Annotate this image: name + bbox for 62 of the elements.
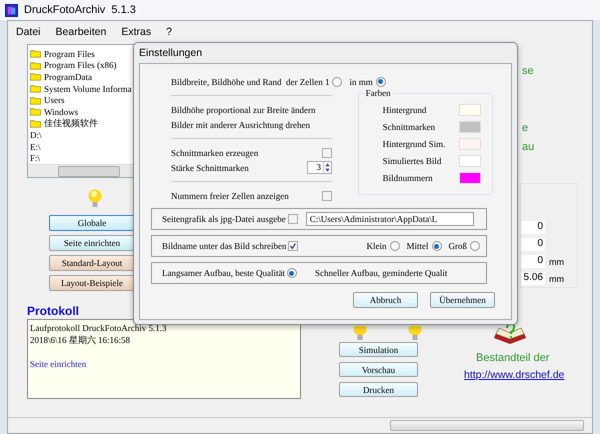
option-label: Bildhöhe proportional zur Breite ändern: [171, 104, 316, 114]
menu-item[interactable]: ?: [166, 26, 172, 38]
side-button[interactable]: Globale: [49, 215, 135, 231]
option-label: Nummern freier Zellen anzeigen: [171, 190, 289, 200]
option-label: Langsamer Aufbau, beste Qualität: [162, 268, 285, 278]
menu-item[interactable]: Bearbeiten: [56, 26, 106, 38]
website-link[interactable]: http://www.drschef.de: [464, 369, 564, 381]
color-label: Simuliertes Bild: [382, 156, 442, 166]
number-field[interactable]: 0: [521, 221, 545, 234]
log-line: 2018\6\16 星期六 16:16:58: [30, 334, 132, 346]
window-title: DruckFotoArchiv 5.1.3: [24, 4, 136, 16]
caption-text: Bestandteil der: [476, 352, 550, 364]
option-label: Stärke Schnittmarken: [171, 162, 249, 172]
tree-item[interactable]: E:\: [30, 142, 40, 152]
tree-item[interactable]: ProgramData: [44, 72, 92, 82]
group-title: Farben: [364, 88, 392, 98]
side-button[interactable]: Standard-Layout: [49, 255, 135, 271]
log-line: Seite einrichten: [30, 358, 88, 370]
number-field[interactable]: 0: [521, 238, 545, 251]
option-label: Seitengrafik als jpg-Datei ausgebe: [162, 214, 286, 224]
unit-label: mm: [549, 256, 564, 266]
tree-item[interactable]: System Volume Informa: [44, 84, 132, 94]
tree-item[interactable]: Users: [44, 95, 64, 106]
dialog-button[interactable]: Übernehmen: [430, 292, 495, 308]
tree-item[interactable]: Program Files (x86): [44, 60, 116, 70]
tree-item[interactable]: Windows: [44, 106, 78, 117]
color-label: Hintergrund Sim.: [382, 138, 446, 148]
option-label: Bilder mit anderer Ausrichtung drehen: [171, 120, 310, 130]
action-button[interactable]: Simulation: [339, 342, 418, 357]
menu-item[interactable]: Extras: [121, 26, 152, 38]
menu-item[interactable]: Datei: [16, 26, 41, 38]
option-label: in mm: [349, 76, 373, 86]
option-label: Klein: [366, 241, 386, 251]
option-label: Schnittmarken erzeugen: [171, 148, 258, 158]
unit-label: mm: [549, 274, 564, 284]
side-button[interactable]: Seite einrichten: [49, 235, 135, 251]
option-label: au: [522, 141, 534, 153]
tree-item[interactable]: 佳佳视频软件: [44, 116, 98, 130]
dialog-button[interactable]: Abbruch: [353, 292, 418, 308]
option-label: se: [522, 65, 534, 77]
spin-field[interactable]: 3: [307, 161, 332, 174]
option-label: Schneller Aufbau, geminderte Qualit: [314, 268, 448, 278]
side-button[interactable]: Layout-Beispiele: [49, 275, 135, 291]
tree-item[interactable]: F:\: [30, 153, 40, 164]
tree-item[interactable]: Program Files: [44, 48, 95, 59]
color-label: Schnittmarken: [382, 122, 436, 132]
number-field[interactable]: 5.06: [521, 272, 545, 285]
dialog-title: Einstellungen: [138, 46, 204, 61]
protocol-heading: Protokoll: [27, 304, 80, 318]
option-label: Mittel: [406, 241, 428, 251]
log-line: Laufprotokoll DruckFotoArchiv 5.1.3: [30, 322, 168, 334]
action-button[interactable]: Vorschau: [339, 362, 418, 377]
tree-item[interactable]: D:\: [30, 130, 42, 140]
action-button[interactable]: Drucken: [339, 382, 418, 397]
number-field[interactable]: 0: [521, 255, 545, 268]
color-label: Hintergrund: [382, 104, 426, 114]
option-label: Bildbreite, Bildhöhe und Rand der Zellen 1: [171, 76, 330, 86]
option-label: Bildname unter das Bild schreiben: [162, 241, 286, 251]
option-label: Groß: [448, 241, 467, 251]
path-field[interactable]: C:\Users\Administrator\AppData\L: [306, 212, 474, 226]
color-label: Bildnummern: [382, 172, 433, 182]
option-label: e: [522, 122, 528, 134]
